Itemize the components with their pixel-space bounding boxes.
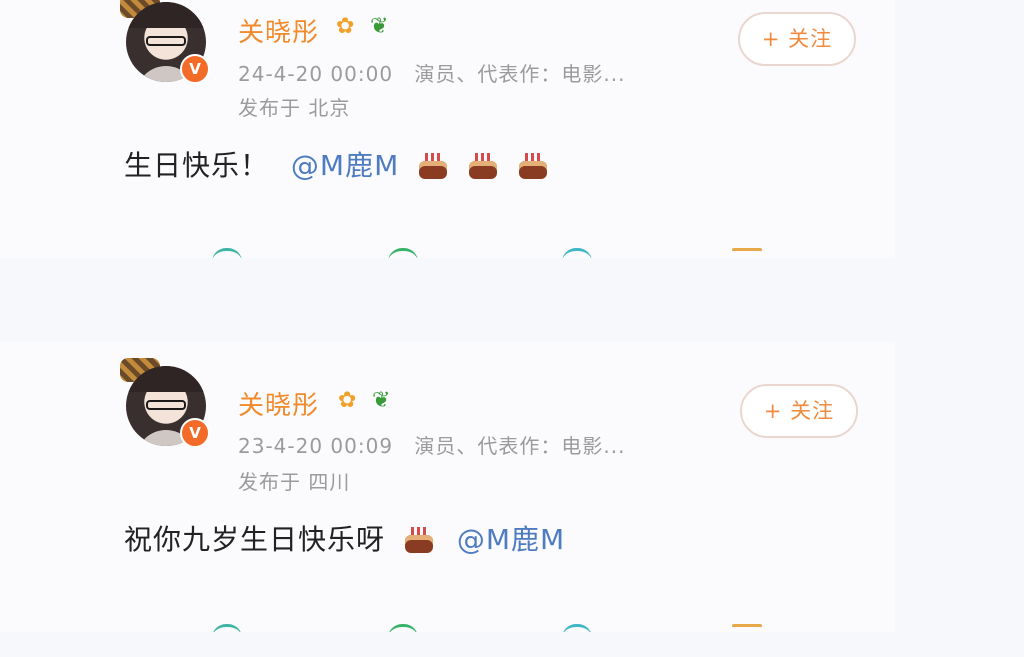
share-icon[interactable] — [732, 624, 762, 632]
post-card: V 关晓彤 ✿ ❦ 24-4-20 00:00 演员、代表作：电影... 发布于… — [0, 0, 895, 258]
cake-icon — [467, 151, 499, 179]
avatar[interactable]: V — [120, 358, 212, 450]
follow-button[interactable]: + 关注 — [738, 12, 856, 66]
post-text: 生日快乐！ — [124, 149, 270, 182]
sprout-icon: ❦ — [372, 388, 391, 413]
post-location: 发布于 北京 — [238, 96, 351, 120]
post-card: V 关晓彤 ✿ ❦ 23-4-20 00:09 演员、代表作：电影... 发布于… — [0, 342, 895, 632]
cake-icon — [417, 151, 449, 179]
post-timestamp: 24-4-20 00:00 — [238, 62, 394, 86]
post-content: 祝你九岁生日快乐呀 @M鹿M — [124, 518, 565, 558]
user-bio: 演员、代表作：电影... — [414, 434, 626, 458]
post-meta: 23-4-20 00:09 演员、代表作：电影... — [238, 430, 626, 459]
cake-icon — [403, 525, 435, 553]
post-location: 发布于 四川 — [238, 470, 351, 494]
action-bar — [0, 248, 895, 258]
sprout-icon: ❦ — [370, 14, 389, 39]
follow-button[interactable]: + 关注 — [740, 384, 858, 438]
action-bar — [0, 624, 895, 632]
verified-badge-icon: V — [180, 54, 210, 84]
username[interactable]: 关晓彤 — [238, 12, 319, 49]
comment-icon[interactable] — [388, 624, 418, 632]
mention-link[interactable]: @M鹿M — [291, 149, 399, 182]
avatar[interactable]: V — [120, 0, 212, 86]
comment-icon[interactable] — [388, 248, 418, 258]
mention-link[interactable]: @M鹿M — [457, 523, 565, 556]
repost-icon[interactable] — [212, 624, 242, 632]
cake-icon — [517, 151, 549, 179]
like-icon[interactable] — [562, 248, 592, 258]
verified-badge-icon: V — [180, 418, 210, 448]
flower-icon: ✿ — [336, 14, 355, 39]
post-content: 生日快乐！ @M鹿M — [124, 144, 549, 184]
share-icon[interactable] — [732, 248, 762, 258]
flower-icon: ✿ — [338, 388, 357, 413]
post-text: 祝你九岁生日快乐呀 — [124, 523, 386, 556]
post-timestamp: 23-4-20 00:09 — [238, 434, 394, 458]
like-icon[interactable] — [562, 624, 592, 632]
username[interactable]: 关晓彤 — [238, 385, 319, 422]
repost-icon[interactable] — [212, 248, 242, 258]
user-bio: 演员、代表作：电影... — [414, 62, 626, 86]
post-meta: 24-4-20 00:00 演员、代表作：电影... — [238, 58, 626, 87]
weibo-feed: V 关晓彤 ✿ ❦ 24-4-20 00:00 演员、代表作：电影... 发布于… — [0, 0, 1024, 657]
